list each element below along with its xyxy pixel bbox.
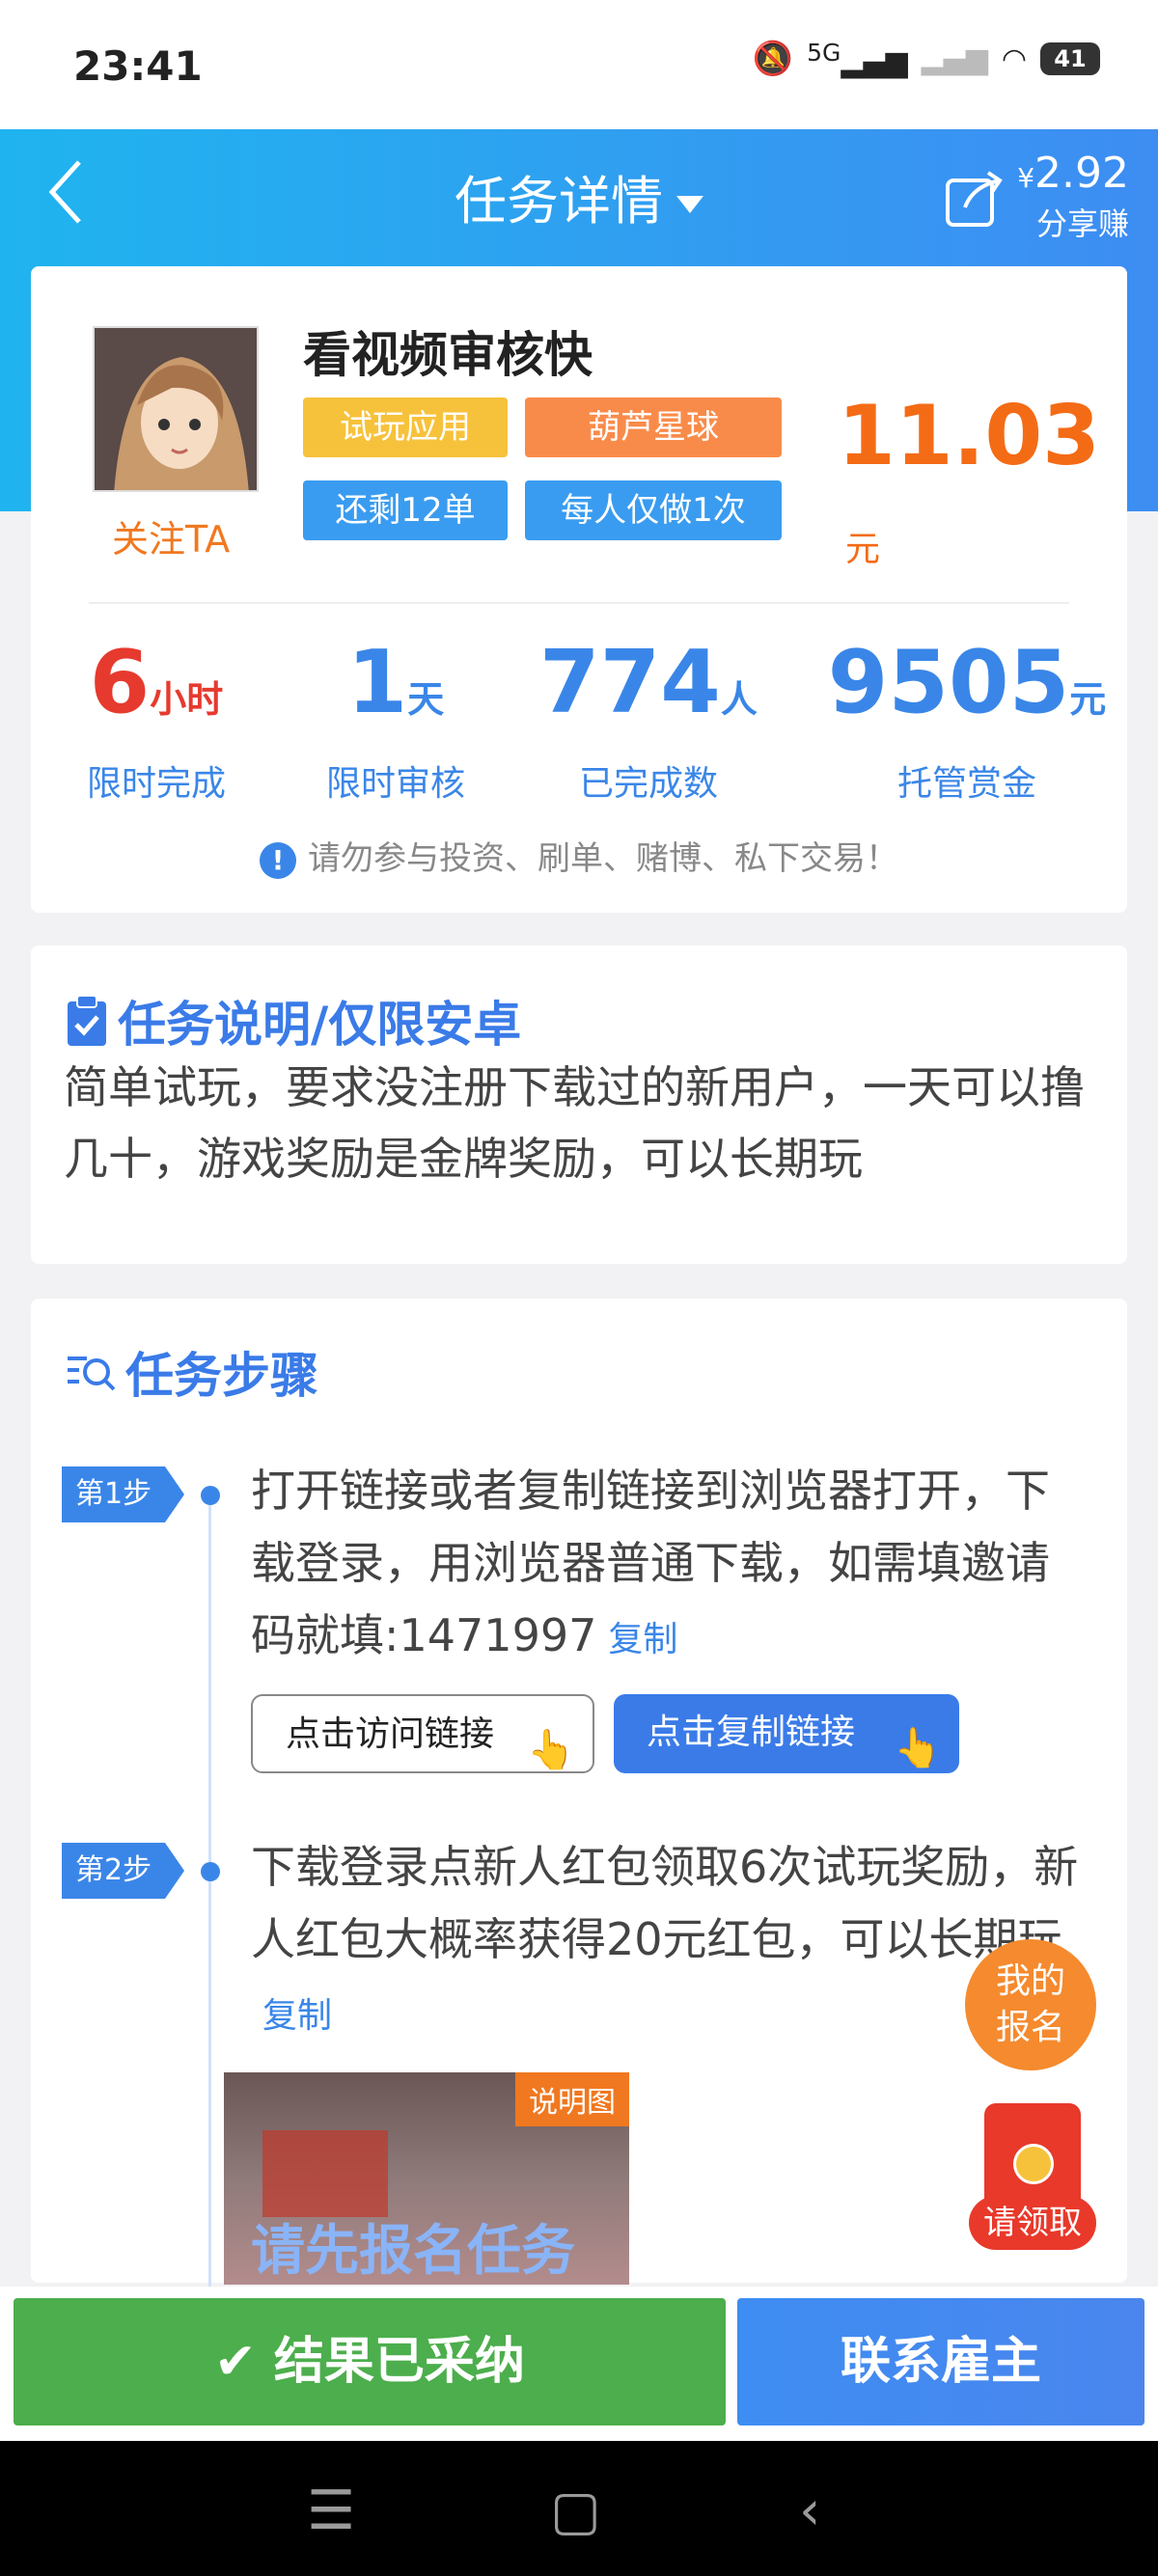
- divider: [89, 602, 1069, 604]
- avatar[interactable]: [93, 326, 259, 492]
- task-description-card: 任务说明/仅限安卓 简单试玩，要求没注册下载过的新用户，一天可以撸几十，游戏奖励…: [31, 945, 1127, 1264]
- tag-platform: 葫芦星球: [525, 397, 782, 457]
- step-1-text: 打开链接或者复制链接到浏览器打开，下载登录，用浏览器普通下载，如需填邀请码就填:…: [251, 1465, 1050, 1661]
- instruction-image-label: 说明图: [515, 2072, 629, 2126]
- signal-2-icon: ▂▄▆: [921, 41, 988, 76]
- tag-limit: 每人仅做1次: [525, 480, 782, 540]
- steps-timeline: [208, 1492, 211, 2292]
- claim-label: 请领取: [969, 2196, 1096, 2250]
- visit-link-button[interactable]: 点击访问链接 👆: [251, 1694, 594, 1773]
- result-accepted-button[interactable]: ✔ 结果已采纳: [14, 2298, 726, 2425]
- description-title: 任务说明/仅限安卓: [66, 986, 521, 1055]
- copy-link-button[interactable]: 点击复制链接 👆: [614, 1694, 959, 1773]
- step-2-dot: [201, 1862, 220, 1881]
- check-icon: ✔: [214, 2333, 274, 2391]
- share-icon: [946, 170, 1003, 227]
- share-amount: ¥2.92: [1017, 149, 1129, 198]
- tag-remaining: 还剩12单: [303, 480, 508, 540]
- step-2-badge: 第2步: [62, 1843, 185, 1899]
- info-icon: !: [260, 842, 296, 879]
- stat-review-limit: 1天 限时审核: [325, 632, 465, 805]
- menu-icon[interactable]: ☰: [307, 2480, 355, 2542]
- caret-down-icon: [676, 196, 703, 214]
- stat-escrow: 9505元 托管赏金: [827, 632, 1107, 805]
- bottom-action-bar: ✔ 结果已采纳 联系雇主: [0, 2287, 1158, 2441]
- share-label: 分享赚: [1035, 206, 1129, 242]
- contact-employer-button[interactable]: 联系雇主: [737, 2298, 1144, 2425]
- my-signup-button[interactable]: 我的 报名: [965, 1939, 1096, 2070]
- status-time: 23:41: [73, 42, 203, 90]
- task-summary-card: 关注TA 看视频审核快 试玩应用 葫芦星球 还剩12单 每人仅做1次 11.03…: [31, 266, 1127, 913]
- task-price: 11.03元: [838, 388, 1101, 569]
- share-button[interactable]: ¥2.92 分享赚: [944, 152, 1129, 244]
- hand-pointer-icon: 👆: [894, 1726, 942, 1770]
- status-bar: 23:41 🔕 5G▂▄▆ ▂▄▆ ◠ 41: [0, 0, 1158, 129]
- step-2-copy-button[interactable]: 复制: [262, 1996, 332, 2036]
- tag-trial-app: 试玩应用: [303, 397, 508, 457]
- step-1-copy-button[interactable]: 复制: [608, 1620, 677, 1659]
- step-1-dot: [201, 1486, 220, 1505]
- clock-seal-icon: [1013, 2144, 1054, 2184]
- clipboard-check-icon: [68, 995, 106, 1046]
- wifi-icon: ◠: [1001, 41, 1027, 76]
- warning-notice: ! 请勿参与投资、刷单、赌博、私下交易！: [31, 832, 1127, 879]
- steps-title: 任务步骤: [66, 1337, 318, 1407]
- page-title: 任务详情: [455, 171, 663, 232]
- task-app-name: 看视频审核快: [303, 327, 593, 383]
- hand-pointer-icon: 👆: [527, 1728, 575, 1772]
- step-1-badge: 第1步: [62, 1466, 185, 1522]
- system-nav-bar: ☰ ▢ ‹: [0, 2441, 1158, 2576]
- thumb-red-envelope: [262, 2130, 388, 2217]
- stat-completed: 774人 已完成数: [539, 632, 758, 805]
- follow-button[interactable]: 关注TA: [112, 509, 230, 562]
- signal-icon: 5G▂▄▆: [807, 39, 908, 79]
- instruction-image[interactable]: 说明图 请先报名任务: [224, 2072, 629, 2285]
- instruction-image-overlay: 请先报名任务: [251, 2220, 575, 2283]
- mute-icon: 🔕: [752, 40, 794, 78]
- claim-red-packet-button[interactable]: 请领取: [969, 2096, 1096, 2250]
- status-icons: 🔕 5G▂▄▆ ▂▄▆ ◠ 41: [753, 39, 1100, 79]
- list-search-icon: [68, 1357, 116, 1391]
- stat-time-limit: 6小时 限时完成: [86, 632, 226, 805]
- description-text: 简单试玩，要求没注册下载过的新用户，一天可以撸几十，游戏奖励是金牌奖励，可以长期…: [64, 1061, 1085, 1185]
- home-icon[interactable]: ▢: [550, 2480, 601, 2542]
- avatar-illustration: [95, 328, 257, 490]
- battery-icon: 41: [1040, 42, 1100, 75]
- back-nav-icon[interactable]: ‹: [799, 2480, 820, 2542]
